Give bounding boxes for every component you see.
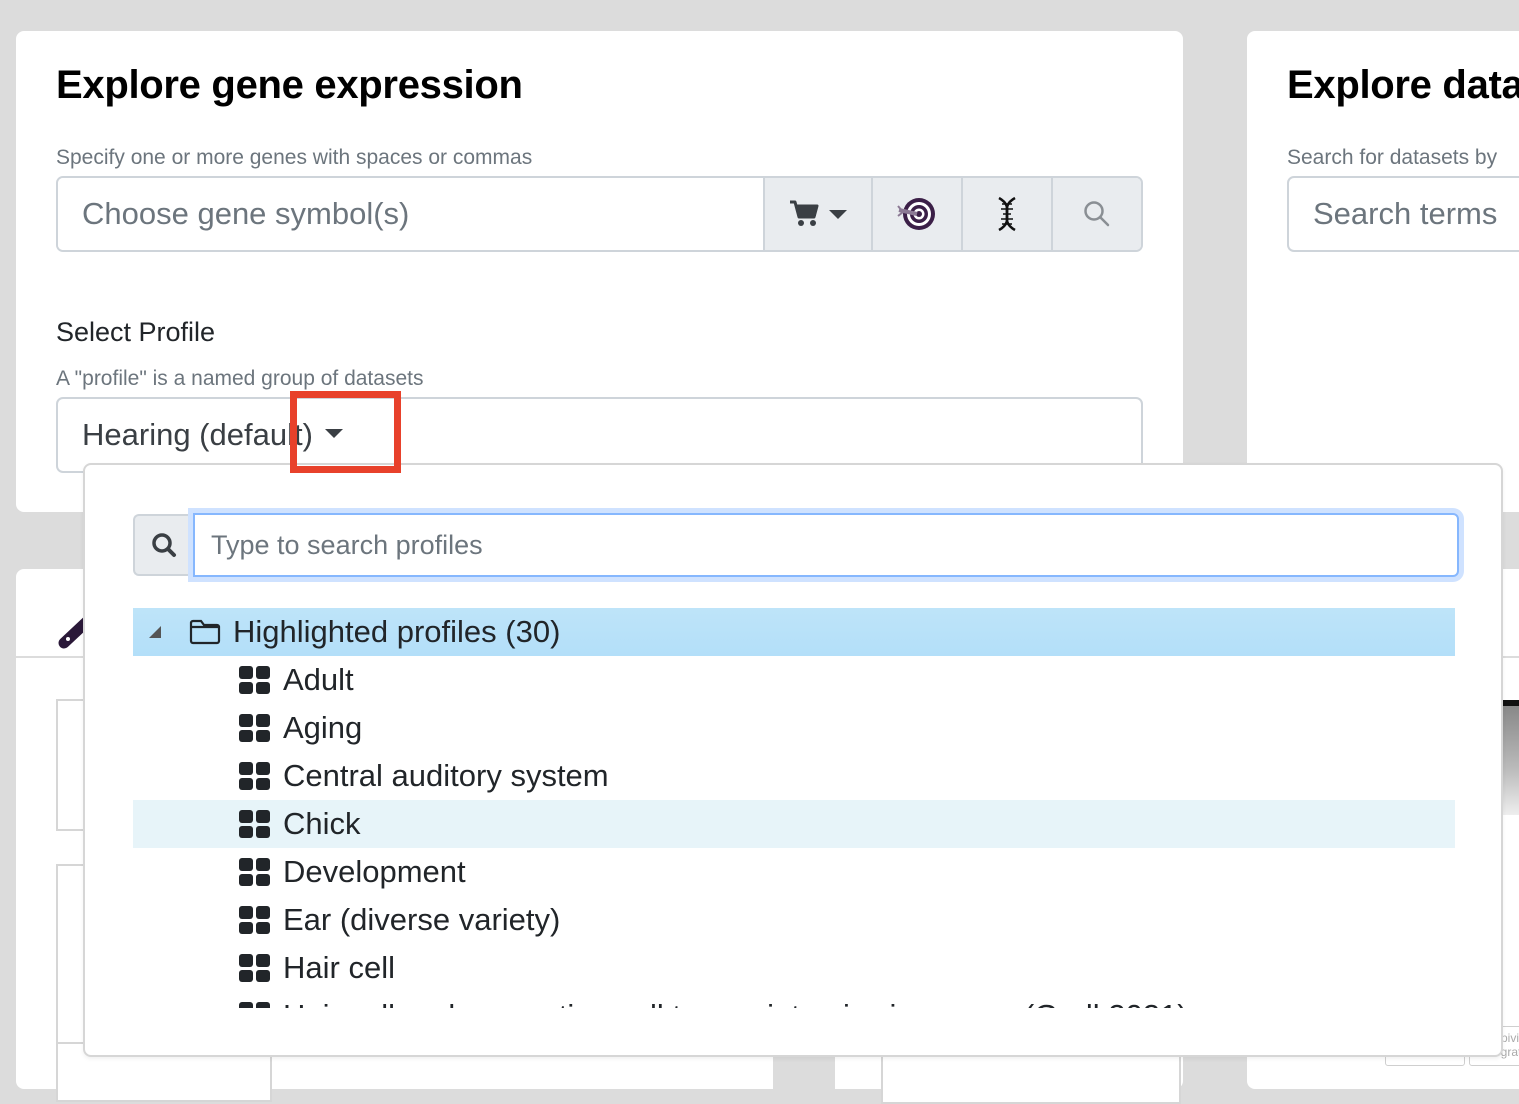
profile-help-text: A "profile" is a named group of datasets [56, 367, 424, 390]
profile-item-label: Adult [283, 662, 354, 697]
gene-input-group [56, 176, 1143, 252]
gene-help-text: Specify one or more genes with spaces or… [56, 146, 533, 169]
tree-group-highlighted-profiles[interactable]: Highlighted profiles (30) [133, 608, 1455, 656]
grid-icon [239, 666, 270, 694]
datasets-card-title: Explore datasets [1287, 63, 1519, 107]
datasets-card: Explore datasets Search for datasets by [1247, 31, 1519, 512]
select-profile-label: Select Profile [56, 317, 216, 347]
grid-icon [239, 858, 270, 886]
target-button[interactable] [871, 178, 961, 250]
grid-icon [239, 954, 270, 982]
profile-search-addon [133, 514, 193, 576]
profile-select[interactable]: Hearing (default) [56, 397, 1143, 473]
profile-item-chick[interactable]: Chick [133, 800, 1455, 848]
profile-tree: Highlighted profiles (30) Adult Aging Ce… [133, 608, 1455, 1008]
dataset-search-input[interactable] [1287, 176, 1519, 252]
tree-group-label: Highlighted profiles (30) [233, 614, 561, 649]
caret-down-icon[interactable] [324, 428, 343, 438]
profile-search-input[interactable] [193, 513, 1459, 577]
folder-icon [189, 619, 221, 645]
profile-item-aging[interactable]: Aging [133, 704, 1455, 752]
gene-search-button[interactable] [1051, 178, 1141, 250]
grid-icon [239, 762, 270, 790]
grid-icon [239, 906, 270, 934]
dna-button[interactable] [961, 178, 1051, 250]
profile-item-label: Hair cell [283, 950, 395, 985]
search-icon [1084, 201, 1110, 227]
profile-item-label: Chick [283, 806, 361, 841]
gene-expression-card: Explore gene expression Specify one or m… [16, 31, 1183, 512]
profile-item-label: Development [283, 854, 466, 889]
profile-item-hair-cell-supporting-cell[interactable]: Hair cell and supporting cell transcript… [133, 992, 1455, 1008]
profile-search-group [133, 513, 1459, 577]
profile-item-label: Hair cell and supporting cell transcript… [283, 998, 1188, 1008]
collapse-toggle-icon[interactable] [149, 626, 161, 638]
profile-item-ear-diverse-variety[interactable]: Ear (diverse variety) [133, 896, 1455, 944]
dna-icon [998, 196, 1016, 232]
datasets-help-text: Search for datasets by [1287, 146, 1498, 169]
gene-cart-button[interactable] [763, 178, 871, 250]
grid-icon [239, 1002, 270, 1008]
grid-icon [239, 714, 270, 742]
profile-item-hair-cell[interactable]: Hair cell [133, 944, 1455, 992]
shopping-cart-icon [790, 200, 819, 226]
search-icon [152, 533, 176, 557]
chevron-down-icon [829, 209, 847, 219]
gene-symbol-input[interactable] [58, 178, 763, 250]
grid-icon [239, 810, 270, 838]
profile-select-value: Hearing (default) [82, 417, 313, 452]
profile-item-central-auditory-system[interactable]: Central auditory system [133, 752, 1455, 800]
target-icon [897, 198, 935, 230]
profile-item-label: Ear (diverse variety) [283, 902, 561, 937]
profile-item-label: Central auditory system [283, 758, 609, 793]
profile-dropdown: Highlighted profiles (30) Adult Aging Ce… [83, 463, 1503, 1057]
profile-item-development[interactable]: Development [133, 848, 1455, 896]
profile-item-adult[interactable]: Adult [133, 656, 1455, 704]
gene-card-title: Explore gene expression [56, 63, 523, 107]
profile-item-label: Aging [283, 710, 363, 745]
